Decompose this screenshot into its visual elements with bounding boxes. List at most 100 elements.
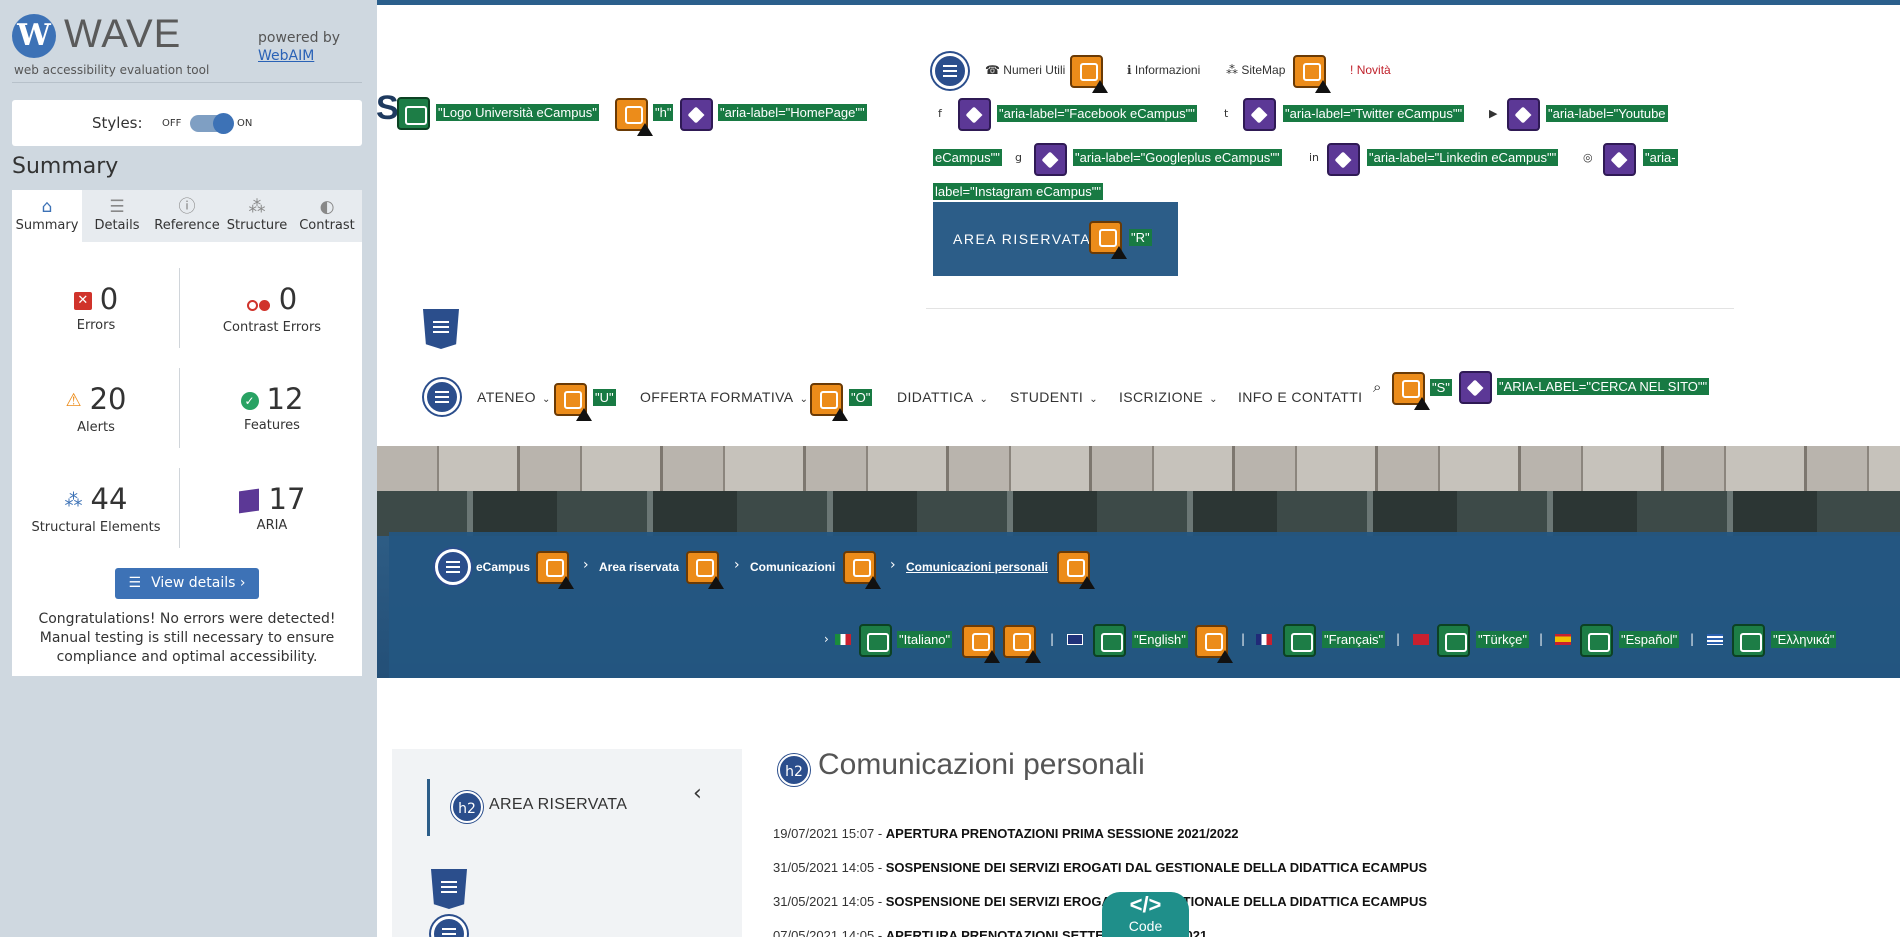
util-numeri-utili[interactable]: ☎ Numeri Utili [985, 63, 1065, 77]
util-sitemap[interactable]: ⁂ SiteMap [1226, 63, 1285, 77]
wave-alert-icon[interactable] [615, 98, 653, 136]
structure-icon: ⁂ [64, 490, 83, 511]
instagram-icon[interactable]: ◎ [1583, 151, 1593, 164]
wave-list-icon[interactable] [435, 549, 471, 585]
nav-studenti[interactable]: STUDENTI ⌄ [1010, 389, 1098, 405]
content-sidebar [392, 749, 742, 937]
wave-alert-icon[interactable] [1392, 372, 1430, 410]
wave-image-icon[interactable] [1732, 624, 1765, 657]
wave-html5-nav-icon[interactable] [431, 869, 467, 909]
webaim-link[interactable]: WebAIM [258, 48, 314, 64]
view-details-button[interactable]: ☰ View details › [115, 568, 259, 599]
googleplus-icon[interactable]: g [1015, 151, 1022, 164]
nav-info-contatti[interactable]: INFO E CONTATTI [1238, 389, 1362, 405]
nav-label: OFFERTA FORMATIVA [640, 389, 794, 405]
wave-alert-icon[interactable] [1293, 55, 1331, 93]
breadcrumb-area-riservata[interactable]: Area riservata [599, 560, 679, 574]
code-icon: </> [1129, 892, 1162, 917]
contrast-label: Contrast Errors [222, 320, 322, 335]
breadcrumb-current[interactable]: Comunicazioni personali [906, 560, 1048, 574]
wave-alert-icon[interactable] [1070, 55, 1108, 93]
tab-contrast[interactable]: ◐ Contrast [292, 190, 362, 242]
tab-structure[interactable]: ⁂ Structure [222, 190, 292, 242]
alert-icon: ⚠ [65, 390, 82, 411]
wave-alert-icon[interactable] [1195, 625, 1233, 663]
wave-alert-icon[interactable] [686, 551, 724, 589]
wave-aria-icon[interactable] [1243, 98, 1276, 131]
wave-alert-icon[interactable] [1089, 221, 1127, 259]
nav-offerta-formativa[interactable]: OFFERTA FORMATIVA ⌄ [640, 389, 808, 405]
wave-alert-icon[interactable] [810, 383, 848, 421]
code-button[interactable]: </> Code [1102, 892, 1189, 937]
errors-stat: ✕ 0 Errors [16, 282, 176, 333]
site-logo[interactable]: S [376, 89, 399, 128]
tab-summary[interactable]: ⌂ Summary [12, 190, 82, 242]
tab-reference[interactable]: ⓘ Reference [152, 190, 222, 242]
code-label: Code [1128, 918, 1163, 934]
wave-list-icon[interactable] [932, 53, 968, 89]
wave-aria-icon[interactable] [1507, 98, 1540, 131]
wave-linked-image-icon[interactable] [859, 624, 892, 657]
nav-didattica[interactable]: DIDATTICA ⌄ [897, 389, 988, 405]
wave-linked-image-icon[interactable] [1093, 624, 1126, 657]
flag-greece-icon [1707, 634, 1723, 645]
wave-h2-icon[interactable]: h2 [451, 791, 483, 823]
wave-alert-icon[interactable] [843, 551, 881, 589]
breadcrumb-comunicazioni[interactable]: Comunicazioni [750, 560, 835, 574]
wave-alert-icon[interactable] [554, 383, 592, 421]
wave-aria-icon[interactable] [1603, 143, 1636, 176]
nav-iscrizione[interactable]: ISCRIZIONE ⌄ [1119, 389, 1218, 405]
wave-aria-icon[interactable] [1327, 143, 1360, 176]
wave-aria-text: "ARIA-LABEL="CERCA NEL SITO"" [1497, 378, 1710, 395]
nav-ateneo[interactable]: ATENEO ⌄ [477, 389, 551, 405]
youtube-icon[interactable]: ▶ [1489, 107, 1497, 120]
alerts-stat: ⚠ 20 Alerts [16, 382, 176, 435]
divider [12, 82, 362, 83]
wave-aria-text: "aria-label="Linkedin eCampus"" [1367, 149, 1559, 166]
wave-alert-icon[interactable] [962, 625, 1000, 663]
contrast-stat: 0 Contrast Errors [192, 282, 352, 335]
wave-alert-icon[interactable] [536, 551, 574, 589]
contrast-icon: ◐ [319, 197, 335, 217]
twitter-icon[interactable]: t [1224, 107, 1228, 120]
summary-heading: Summary [12, 154, 119, 179]
wave-aria-text: "aria-label="HomePage"" [718, 104, 867, 121]
wave-alt-text: "Ελληνικά" [1771, 631, 1837, 648]
wave-h2-icon[interactable]: h2 [778, 754, 810, 786]
wave-image-icon[interactable] [1283, 624, 1316, 657]
news-item[interactable]: 31/05/2021 14:05 - SOSPENSIONE DEI SERVI… [773, 860, 1427, 875]
wave-list-icon[interactable] [424, 379, 460, 415]
structural-label: Structural Elements [31, 520, 161, 535]
wave-aria-text: "aria-label="Facebook eCampus"" [997, 105, 1197, 122]
tab-label: Details [94, 218, 140, 233]
wave-linked-image-icon[interactable] [397, 97, 430, 130]
styles-toggle[interactable] [190, 113, 234, 134]
search-icon[interactable]: ⌕ [1373, 378, 1381, 396]
tab-details[interactable]: ☰ Details [82, 190, 152, 242]
wave-html5-nav-icon[interactable] [423, 309, 459, 349]
wave-aria-icon[interactable] [1459, 371, 1492, 404]
aria-label: ARIA [256, 518, 288, 533]
wave-image-icon[interactable] [1580, 624, 1613, 657]
linkedin-icon[interactable]: in [1309, 151, 1319, 164]
wave-alert-icon[interactable] [1057, 551, 1095, 589]
util-informazioni[interactable]: ℹ Informazioni [1127, 63, 1200, 77]
breadcrumb-ecampus[interactable]: eCampus [476, 560, 530, 574]
separator: | [1539, 632, 1544, 646]
wave-alert-icon[interactable] [1003, 625, 1041, 663]
styles-panel: Styles: OFF ON [12, 100, 362, 146]
chevron-down-icon: ⌄ [1209, 394, 1218, 405]
wave-image-icon[interactable] [1437, 624, 1470, 657]
wave-aria-icon[interactable] [958, 98, 991, 131]
facebook-icon[interactable]: f [938, 107, 942, 120]
features-count: 12 [266, 382, 304, 416]
wave-aria-icon[interactable] [680, 98, 713, 131]
divider [926, 308, 1734, 309]
news-item[interactable]: 19/07/2021 15:07 - APERTURA PRENOTAZIONI… [773, 826, 1239, 841]
wave-aria-text: "aria-label="Youtube [1546, 105, 1668, 122]
sidebar-title: AREA RISERVATA [489, 796, 628, 813]
news-item[interactable]: 31/05/2021 14:05 - SOSPENSIONE DEI SERVI… [773, 894, 1427, 909]
collapse-chevron-icon[interactable]: ‹ [693, 781, 702, 806]
util-novita[interactable]: ! Novità [1350, 63, 1391, 77]
wave-aria-icon[interactable] [1034, 143, 1067, 176]
